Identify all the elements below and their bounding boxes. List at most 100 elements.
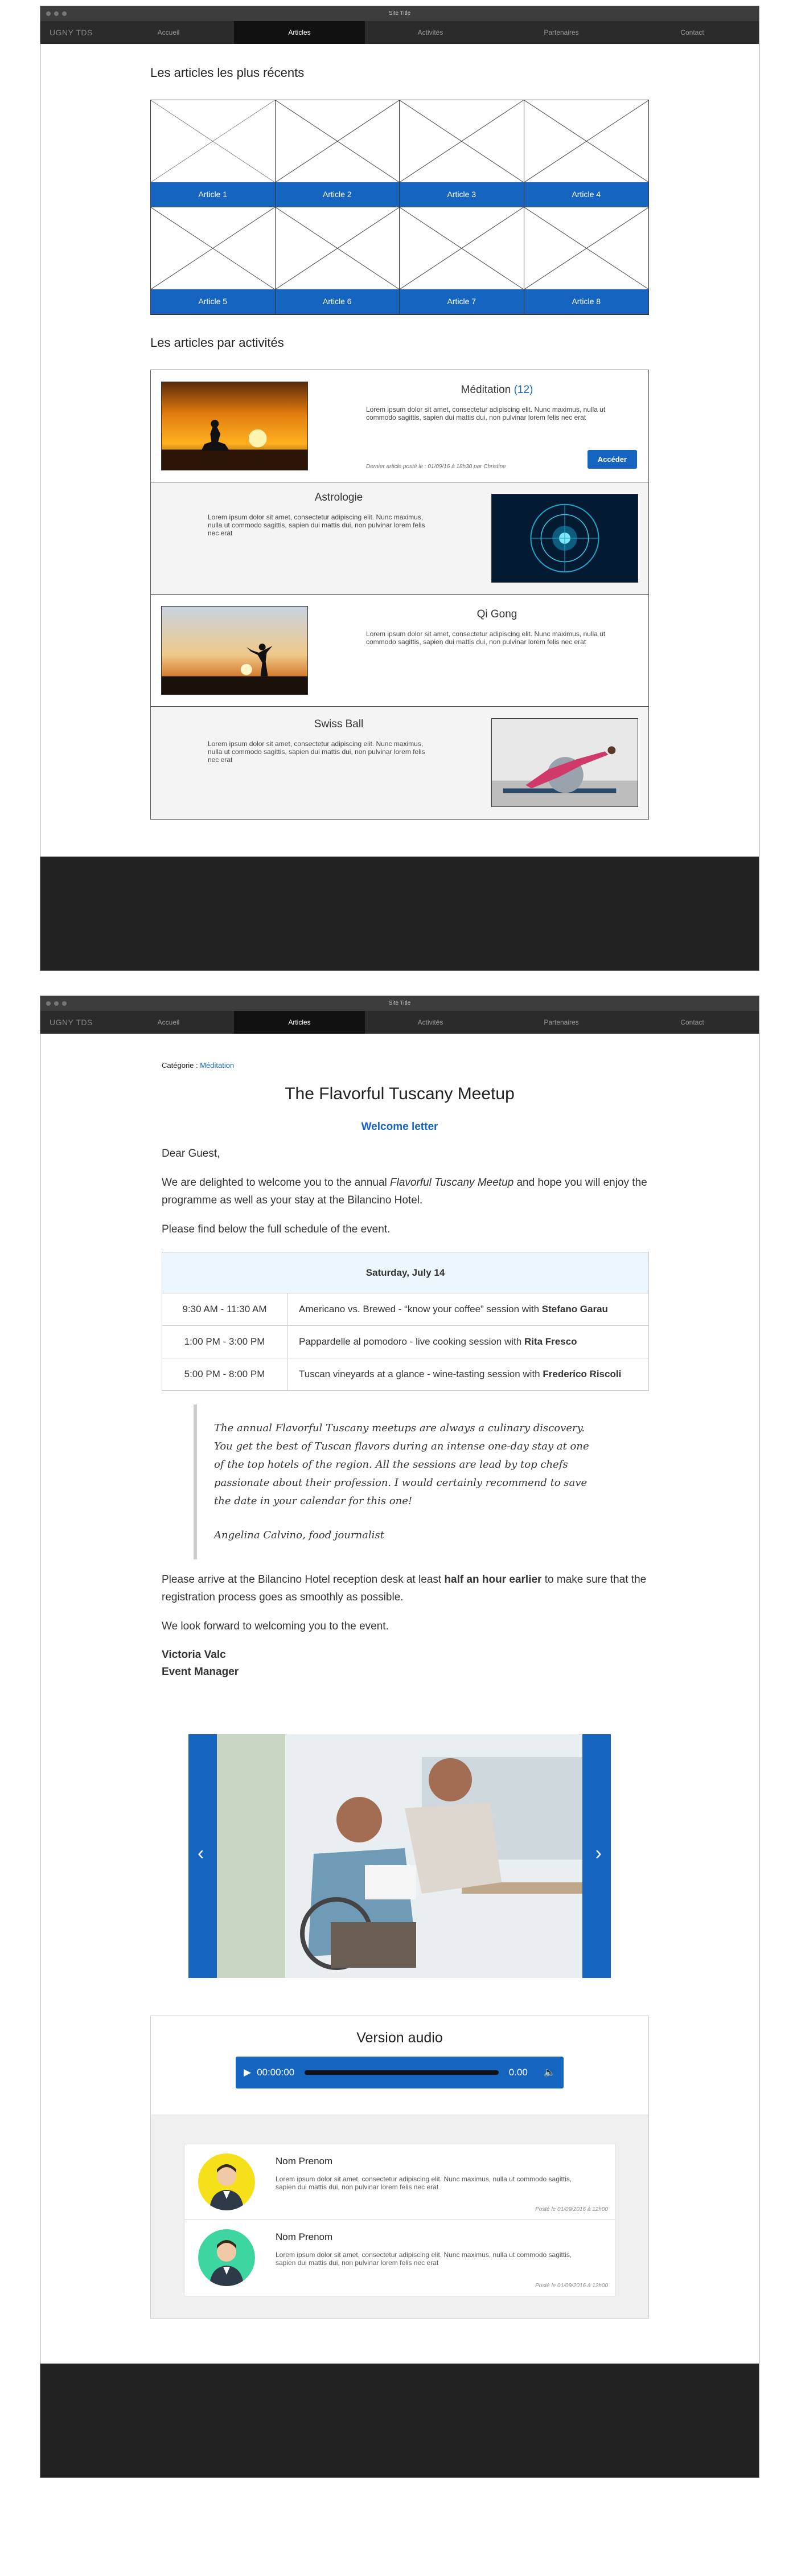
article-body: Dear Guest, We are delighted to welcome …	[162, 1145, 649, 1238]
schedule-day: Saturday, July 14	[162, 1252, 649, 1293]
nav-articles[interactable]: Articles	[234, 21, 365, 44]
audio-current-time: 00:00:00	[257, 2067, 295, 2078]
comments-list: Nom Prenom Lorem ipsum dolor sit amet, c…	[184, 2144, 615, 2296]
closing-paragraph: We look forward to welcoming you to the …	[162, 1620, 389, 1632]
nav-partenaires[interactable]: Partenaires	[496, 21, 627, 44]
signature-role: Event Manager	[162, 1666, 239, 1678]
swissball-photo[interactable]	[491, 718, 638, 807]
quote-text: The annual Flavorful Tuscany meetups are…	[214, 1422, 589, 1507]
audio-progress-bar[interactable]	[305, 2070, 499, 2075]
avatar	[198, 2229, 255, 2286]
comments-section: Nom Prenom Lorem ipsum dolor sit amet, c…	[150, 2115, 649, 2319]
comment-author[interactable]: Nom Prenom	[276, 2231, 332, 2243]
article-title: The Flavorful Tuscany Meetup	[285, 1084, 515, 1103]
audio-player[interactable]: ▶ 00:00:00 0.00 🔈	[236, 2057, 564, 2088]
article-card[interactable]: Article 2	[275, 100, 400, 207]
nav-activites[interactable]: Activités	[365, 1011, 496, 1034]
comment-date: Posté le 01/09/2016 à 12h00	[535, 2283, 608, 2289]
audio-duration: 0.00	[508, 2067, 528, 2078]
carousel-slide	[217, 1734, 582, 1978]
activity-name[interactable]: Astrologie	[208, 492, 470, 504]
article-label: Article 3	[400, 182, 524, 207]
avatar	[198, 2153, 255, 2210]
nav-accueil[interactable]: Accueil	[103, 21, 234, 44]
image-placeholder-icon	[275, 100, 399, 182]
image-placeholder-icon	[524, 100, 648, 182]
chevron-left-icon[interactable]: ‹	[198, 1842, 204, 1865]
comment-text: Lorem ipsum dolor sit amet, consectetur …	[276, 2175, 572, 2191]
article-card[interactable]: Article 8	[524, 207, 648, 314]
schedule-desc: Tuscan vineyards at a glance - wine-tast…	[287, 1358, 649, 1391]
table-row: 5:00 PM - 8:00 PM Tuscan vineyards at a g…	[162, 1358, 649, 1391]
image-placeholder-icon	[400, 207, 524, 289]
article-label: Article 8	[524, 289, 648, 314]
activity-meditation: Méditation (12) Lorem ipsum dolor sit am…	[151, 370, 648, 482]
comment-author[interactable]: Nom Prenom	[276, 2156, 332, 2167]
access-button[interactable]: Accéder	[587, 450, 637, 469]
play-icon[interactable]: ▶	[244, 2067, 251, 2078]
activity-description: Lorem ipsum dolor sit amet, consectetur …	[208, 740, 425, 764]
activity-swissball: Swiss Ball Lorem ipsum dolor sit amet, c…	[151, 707, 648, 819]
activity-count: (12)	[513, 384, 533, 396]
nav-partenaires[interactable]: Partenaires	[496, 1011, 627, 1034]
nav-contact[interactable]: Contact	[627, 21, 758, 44]
site-logo[interactable]: UGNY TDS	[40, 1018, 103, 1027]
activity-name[interactable]: Qi Gong	[366, 608, 628, 621]
table-row: 9:30 AM - 11:30 AM Americano vs. Brewed -…	[162, 1293, 649, 1326]
listing-window: Site Title UGNY TDS Accueil Articles Act…	[40, 6, 759, 971]
activity-qigong: Qi Gong Lorem ipsum dolor sit amet, cons…	[151, 595, 648, 707]
site-footer	[40, 857, 759, 970]
article-card[interactable]: Article 7	[400, 207, 524, 314]
top-nav: UGNY TDS Accueil Articles Activités Part…	[40, 1011, 759, 1034]
article-card[interactable]: Article 4	[524, 100, 648, 207]
window-titlebar: Site Title	[40, 6, 759, 21]
schedule-desc: Pappardelle al pomodoro - live cooking s…	[287, 1325, 649, 1358]
activities-list: Méditation (12) Lorem ipsum dolor sit am…	[150, 370, 649, 820]
article-card[interactable]: Article 3	[400, 100, 524, 207]
category-link[interactable]: Méditation	[200, 1061, 234, 1070]
audio-section: Version audio ▶ 00:00:00 0.00 🔈	[150, 2016, 649, 2115]
signature-name: Victoria Valc	[162, 1649, 226, 1661]
nav-accueil[interactable]: Accueil	[103, 1011, 234, 1034]
site-footer	[40, 2364, 759, 2477]
activities-title: Les articles par activités	[150, 335, 284, 350]
category-label: Catégorie :	[162, 1061, 198, 1070]
article-label: Article 2	[275, 182, 399, 207]
site-logo[interactable]: UGNY TDS	[40, 28, 103, 37]
comment-date: Posté le 01/09/2016 à 12h00	[535, 2206, 608, 2213]
article-window: Site Title UGNY TDS Accueil Articles Act…	[40, 996, 759, 2478]
image-placeholder-icon	[400, 100, 524, 182]
chevron-right-icon[interactable]: ›	[595, 1842, 602, 1865]
image-placeholder-icon	[151, 100, 275, 182]
activity-last-post: Dernier article posté le : 01/09/16 à 18…	[366, 464, 506, 470]
schedule-intro: Please find below the full schedule of t…	[162, 1223, 391, 1235]
nav-contact[interactable]: Contact	[627, 1011, 758, 1034]
activity-name[interactable]: Swiss Ball	[208, 718, 470, 731]
volume-icon[interactable]: 🔈	[544, 2067, 556, 2078]
meditation-photo[interactable]	[161, 382, 308, 470]
list-item: Nom Prenom Lorem ipsum dolor sit amet, c…	[184, 2144, 615, 2220]
image-placeholder-icon	[524, 207, 648, 289]
table-row: 1:00 PM - 3:00 PM Pappardelle al pomodoro…	[162, 1325, 649, 1358]
article-card[interactable]: Article 1	[151, 100, 276, 207]
astrology-photo[interactable]	[491, 494, 638, 583]
activity-description: Lorem ipsum dolor sit amet, consectetur …	[366, 406, 606, 421]
quote-author: Angelina Calvino, food journalist	[214, 1529, 384, 1541]
top-nav: UGNY TDS Accueil Articles Activités Part…	[40, 21, 759, 44]
blockquote: The annual Flavorful Tuscany meetups are…	[194, 1404, 592, 1559]
window-title: Site Title	[388, 1000, 411, 1006]
schedule-table: Saturday, July 14 9:30 AM - 11:30 AM Amer…	[162, 1252, 649, 1391]
category-line: Catégorie : Méditation	[162, 1061, 649, 1070]
image-carousel[interactable]: ‹ ›	[188, 1734, 611, 1978]
nav-articles[interactable]: Articles	[234, 1011, 365, 1034]
article-card[interactable]: Article 6	[275, 207, 400, 314]
article-label: Article 4	[524, 182, 648, 207]
schedule-desc: Americano vs. Brewed - “know your coffee…	[287, 1293, 649, 1326]
qigong-photo[interactable]	[161, 606, 308, 695]
article-card[interactable]: Article 5	[151, 207, 276, 314]
intro-paragraph: We are delighted to welcome you to the a…	[162, 1177, 647, 1206]
schedule-time: 5:00 PM - 8:00 PM	[162, 1358, 287, 1391]
activity-name[interactable]: Méditation (12)	[366, 384, 628, 396]
nav-activites[interactable]: Activités	[365, 21, 496, 44]
article-label: Article 1	[151, 182, 275, 207]
